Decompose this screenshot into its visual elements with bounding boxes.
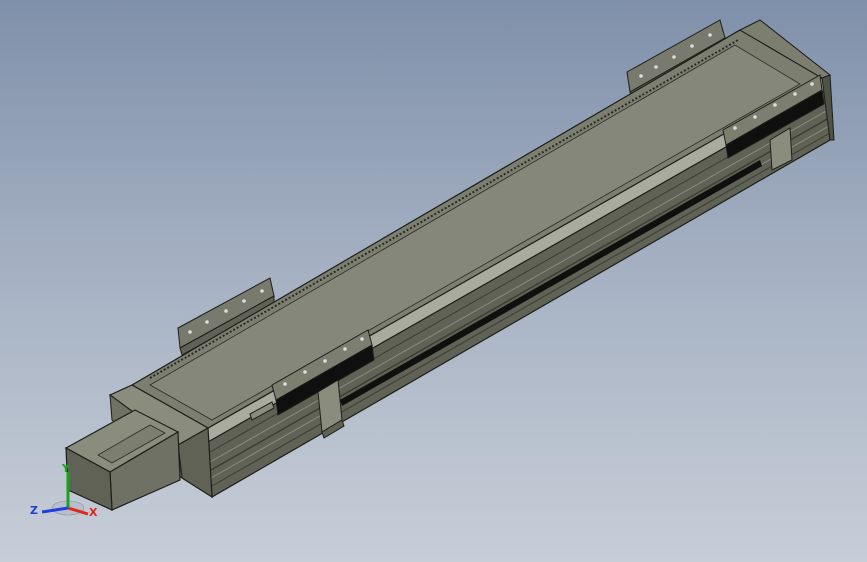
- z-axis-label: Z: [30, 504, 38, 517]
- axis-triad: X Y Z: [30, 462, 98, 519]
- y-axis-label: Y: [61, 462, 71, 475]
- cad-viewport[interactable]: X Y Z: [0, 0, 867, 562]
- linear-actuator-model[interactable]: [0, 0, 867, 562]
- actuator-body: [130, 29, 831, 498]
- x-axis-label: X: [89, 506, 98, 519]
